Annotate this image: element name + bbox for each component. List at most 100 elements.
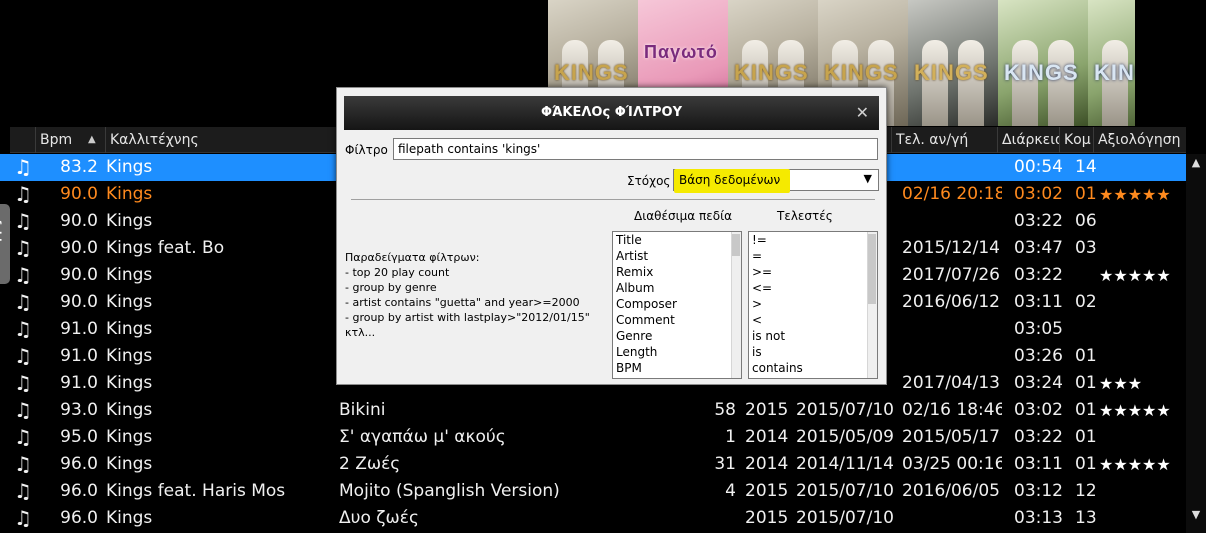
operator-list-item[interactable]: >= [749, 264, 877, 280]
track-added: 2014/11/14 [796, 454, 894, 474]
operator-list-item[interactable]: = [749, 248, 877, 264]
track-dur: 03:26 [1014, 346, 1063, 366]
track-dur: 03:05 [1014, 319, 1063, 339]
target-select-value: Βάση δεδομένων [679, 173, 781, 187]
track-stars: ★★★★★ [1099, 266, 1171, 285]
track-title: Σ' αγαπάω μ' ακούς [339, 427, 506, 447]
track-bpm: 83.2 [60, 157, 98, 177]
track-bpm: 90.0 [60, 211, 98, 231]
music-note-icon: ♫ [14, 506, 32, 530]
operator-list-item[interactable]: != [749, 232, 877, 248]
target-select[interactable]: Βάση δεδομένων ▼ [673, 169, 879, 193]
available-fields-list[interactable]: Title Artist Remix Album Composer Comment Genr… [612, 231, 742, 379]
tracklist-scrollbar[interactable]: ▲ ▼ [1186, 154, 1206, 533]
track-bpm: 90.0 [60, 292, 98, 312]
track-artist: Kings [106, 346, 153, 366]
album-cover[interactable]: KINGS [998, 0, 1088, 126]
album-cover-text: Παγωτό [644, 42, 718, 62]
track-plays: 1 [725, 427, 736, 447]
track-title: Mojito (Spanglish Version) [339, 481, 560, 501]
track-bpm: 91.0 [60, 373, 98, 393]
operator-list-item[interactable]: is not [749, 328, 877, 344]
album-cover-text: KINGS [1094, 60, 1135, 85]
field-list-item[interactable]: Genre [613, 328, 741, 344]
column-header-rating[interactable]: Αξιολόγηση [1094, 127, 1186, 153]
track-artist: Kings [106, 454, 153, 474]
close-icon[interactable]: ✕ [856, 96, 869, 130]
track-stars: ★★★★★ [1099, 401, 1171, 420]
field-list-item[interactable]: Comment [613, 312, 741, 328]
column-header-last-played[interactable]: Τελ. αν/γή [892, 127, 998, 153]
track-row[interactable]: ♫ 96.0 Kings 2 Ζωές 31 2014 2014/11/14 03/25 00… [0, 451, 1186, 478]
column-header-icon[interactable] [10, 127, 36, 153]
track-row[interactable]: ♫ 96.0 Kings Δυο ζωές 2015 2015/07/10 03:13 13 [0, 505, 1186, 532]
field-list-item[interactable]: Title [613, 232, 741, 248]
operator-list-item[interactable]: < [749, 312, 877, 328]
track-artist: Kings [106, 508, 153, 528]
track-dur: 00:54 [1014, 157, 1063, 177]
track-cnt: 14 [1075, 157, 1097, 177]
track-bpm: 90.0 [60, 265, 98, 285]
column-header-duration-label: Διάρκεια [1002, 132, 1060, 148]
scroll-up-icon[interactable]: ▲ [1186, 154, 1206, 172]
track-stars: ★★★ [1099, 374, 1143, 393]
track-artist: Kings [106, 400, 153, 420]
fields-scroll-thumb[interactable] [732, 234, 740, 256]
filter-input[interactable]: filepath contains 'kings' [393, 138, 878, 160]
field-list-item[interactable]: Album [613, 280, 741, 296]
track-last: 02/16 18:46 [902, 400, 1002, 420]
operators-list[interactable]: != = >= <= > < is not is contains [748, 231, 878, 379]
track-artist: Kings [106, 265, 153, 285]
track-row[interactable]: ♫ 96.0 Kings feat. Haris Mos Mojito (Spangl… [0, 478, 1186, 505]
track-row[interactable]: ♫ 93.0 Kings Bikini 58 2015 2015/07/10 02/16 18… [0, 397, 1186, 424]
track-added: 2015/07/10 [796, 481, 894, 501]
operator-list-item[interactable]: is [749, 344, 877, 360]
operator-list-item[interactable]: > [749, 296, 877, 312]
track-bpm: 96.0 [60, 454, 98, 474]
track-year: 2015 [745, 400, 789, 420]
scroll-down-icon[interactable]: ▼ [1186, 506, 1206, 524]
chevron-down-icon[interactable]: ▼ [864, 172, 872, 185]
available-fields-header: Διαθέσιμα πεδία [634, 209, 733, 223]
column-header-duration[interactable]: Διάρκεια [998, 127, 1060, 153]
filter-folder-dialog: ΦΆΚΕΛΟς ΦΊΛΤΡΟΥ ✕ Φίλτρο : filepath cont… [336, 87, 887, 385]
filter-example-line: - group by genre [345, 281, 437, 294]
operators-scroll-thumb[interactable] [868, 234, 876, 304]
filter-example-line: κτλ... [345, 326, 376, 339]
album-cover-text: KINGS [734, 60, 809, 85]
track-dur: 03:22 [1014, 427, 1063, 447]
column-header-comment[interactable]: Κομ [1060, 127, 1094, 153]
track-added: 2015/07/10 [796, 508, 894, 528]
operator-list-item[interactable]: <= [749, 280, 877, 296]
track-last: 2017/04/13 [902, 373, 1000, 393]
operator-list-item[interactable]: contains [749, 360, 877, 376]
album-cover-text: KINGS [824, 60, 899, 85]
field-list-item[interactable]: BPM [613, 360, 741, 376]
track-title: 2 Ζωές [339, 454, 401, 474]
target-label: Στόχος : [627, 174, 679, 188]
track-cnt: 12 [1075, 481, 1097, 501]
music-note-icon: ♫ [14, 344, 32, 368]
track-cnt: 01 [1075, 346, 1097, 366]
track-artist: Kings feat. Haris Mos [106, 481, 286, 501]
track-stars: ★★★★★ [1099, 455, 1171, 474]
track-dur: 03:11 [1014, 454, 1063, 474]
operators-scrollbar[interactable] [867, 232, 877, 378]
album-cover[interactable]: KINGS [908, 0, 998, 126]
music-note-icon: ♫ [14, 290, 32, 314]
track-artist: Kings [106, 373, 153, 393]
track-bpm: 96.0 [60, 508, 98, 528]
track-year: 2015 [745, 508, 789, 528]
track-year: 2014 [745, 454, 789, 474]
field-list-item[interactable]: Composer [613, 296, 741, 312]
music-note-icon: ♫ [14, 263, 32, 287]
dialog-title-bar[interactable]: ΦΆΚΕΛΟς ΦΊΛΤΡΟΥ ✕ [344, 96, 879, 130]
field-list-item[interactable]: Artist [613, 248, 741, 264]
track-added: 2015/05/09 [796, 427, 894, 447]
album-cover[interactable]: KINGS [1088, 0, 1135, 126]
track-cnt: 01 [1075, 184, 1097, 204]
fields-scrollbar[interactable] [731, 232, 741, 378]
track-row[interactable]: ♫ 95.0 Kings Σ' αγαπάω μ' ακούς 1 2014 2015/05… [0, 424, 1186, 451]
field-list-item[interactable]: Length [613, 344, 741, 360]
field-list-item[interactable]: Remix [613, 264, 741, 280]
